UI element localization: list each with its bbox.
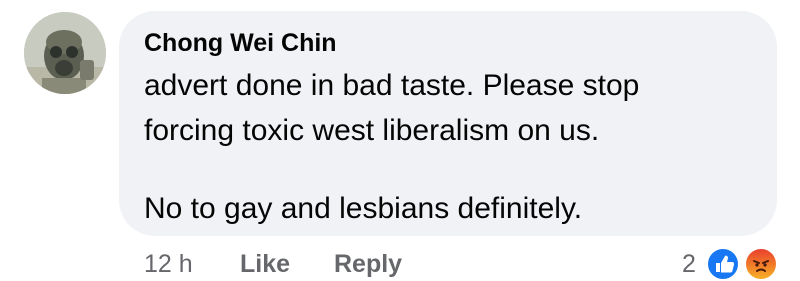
like-reaction-icon	[706, 247, 740, 281]
avatar[interactable]	[24, 12, 106, 94]
like-button[interactable]: Like	[240, 252, 290, 277]
gas-mask-avatar-image	[24, 12, 106, 94]
comment-author[interactable]: Chong Wei Chin	[144, 29, 337, 58]
comment-text-line: No to gay and lesbians definitely.	[144, 192, 583, 225]
comment-text-line: forcing toxic west liberalism on us.	[144, 114, 600, 147]
comment-bubble: Chong Wei Chin advert done in bad taste.…	[119, 11, 777, 236]
reaction-count[interactable]: 2	[682, 252, 696, 277]
angry-reaction-icon	[744, 247, 778, 281]
comment-timestamp[interactable]: 12 h	[144, 252, 193, 277]
reply-button[interactable]: Reply	[334, 252, 402, 277]
comment-text-line: advert done in bad taste. Please stop	[144, 69, 640, 102]
